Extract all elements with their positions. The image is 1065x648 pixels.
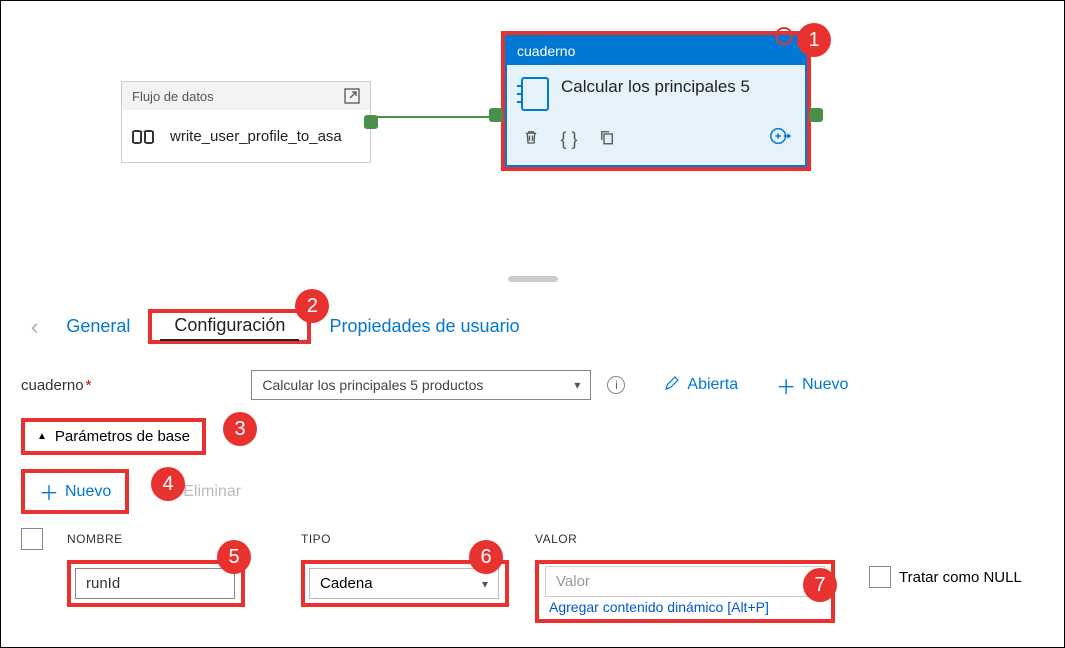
add-dynamic-content-link[interactable]: Agregar contenido dinámico [Alt+P] [545,597,825,617]
output-connector[interactable] [809,108,823,122]
param-name-input[interactable]: runId [75,568,235,599]
plus-icon: ＋ [776,371,796,400]
column-header-value: VALOR [535,532,835,546]
callout-7: 7 [803,568,837,602]
notebook-select-value: Calcular los principales 5 productos [262,377,483,393]
new-button[interactable]: ＋ Nuevo [776,371,848,400]
notebook-type-label: cuaderno [507,37,805,65]
callout-1: 1 [797,23,831,57]
param-value-input[interactable]: Valor [545,566,825,597]
dataflow-node[interactable]: Flujo de datos → write_user_profile_to_a… [121,81,371,163]
notebook-node[interactable]: cuaderno Calcular los principales 5 { } [505,35,807,167]
chevron-down-icon: ▾ [482,577,488,591]
tab-user-properties[interactable]: Propiedades de usuario [315,312,533,341]
param-type-select[interactable]: Cadena ▾ [309,568,499,599]
base-parameters-toggle[interactable]: ▲ Parámetros de base [21,418,206,455]
chevron-down-icon: ▾ [574,378,580,392]
dataflow-name: write_user_profile_to_asa [170,128,342,145]
notebook-select[interactable]: Calcular los principales 5 productos ▾ [251,370,591,400]
treat-as-null-label: Tratar como NULL [899,569,1022,586]
callout-6: 6 [469,540,503,574]
plus-icon: ＋ [39,477,59,506]
flow-connector [371,116,496,118]
triangle-down-icon: ▲ [37,431,47,442]
notebook-node-highlight: cuaderno Calcular los principales 5 { } [501,31,811,171]
new-parameter-button[interactable]: ＋ Nuevo [21,469,129,514]
pipeline-canvas[interactable]: Flujo de datos → write_user_profile_to_a… [1,1,1064,261]
callout-5: 5 [217,540,251,574]
notebook-title: Calcular los principales 5 [561,77,750,97]
notebook-field-label: cuaderno* [21,377,91,394]
popout-icon[interactable] [344,88,360,104]
dataflow-icon: → [132,122,160,150]
open-button[interactable]: Abierta [663,374,738,397]
callout-4: 4 [151,467,185,501]
properties-panel: ‹ General Configuración 2 Propiedades de… [1,297,1064,635]
input-connector[interactable] [489,108,503,122]
select-all-checkbox[interactable] [21,528,43,550]
braces-icon[interactable]: { } [559,129,579,150]
back-chevron-icon[interactable]: ‹ [21,314,48,340]
panel-drag-handle[interactable] [508,276,558,282]
callout-3: 3 [223,412,257,446]
info-icon[interactable]: i [607,376,625,394]
treat-as-null-checkbox[interactable] [869,566,891,588]
tab-general[interactable]: General [52,312,144,341]
marker-circle [775,27,793,45]
copy-icon[interactable] [597,128,617,151]
delete-button[interactable]: Eliminar [183,483,241,501]
tab-settings[interactable]: Configuración [160,311,299,341]
dataflow-type-label: Flujo de datos [132,89,214,104]
add-output-icon[interactable] [769,125,791,153]
delete-icon[interactable] [521,128,541,151]
edit-icon [663,374,681,397]
notebook-icon [521,77,549,111]
